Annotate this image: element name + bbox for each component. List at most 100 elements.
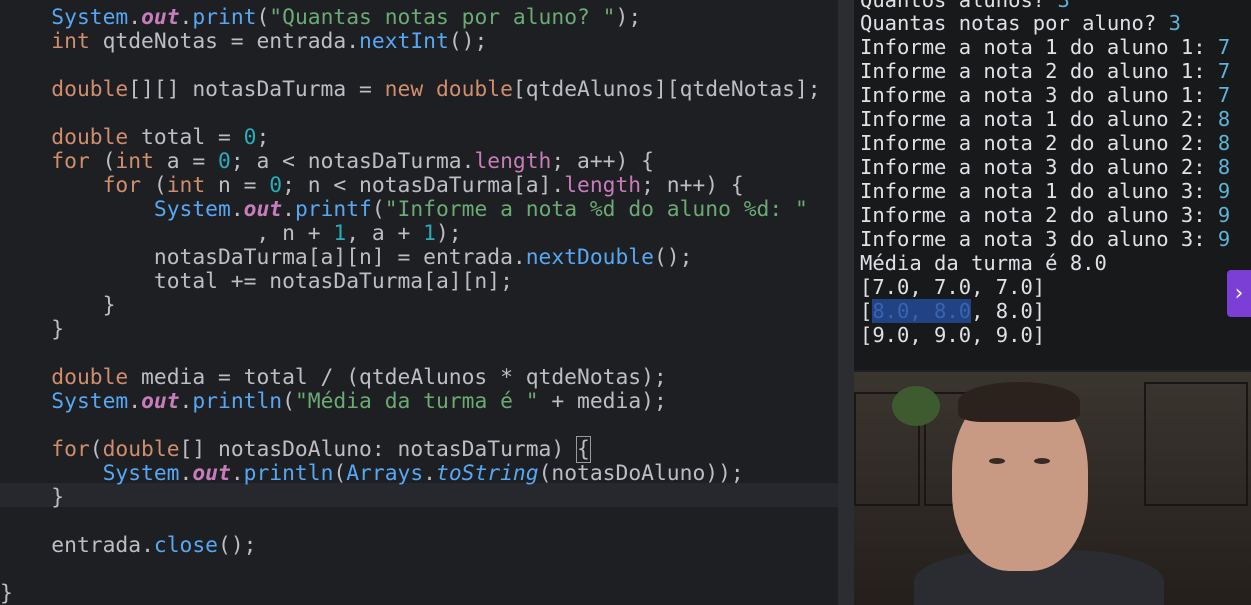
code-line[interactable]: for(double[] notasDoAluno: notasDaTurma)… (0, 436, 591, 463)
code-token: for (102, 173, 142, 198)
code-token: (); (448, 29, 488, 54)
console-input-value: 7 (1217, 83, 1231, 107)
code-token: } (0, 485, 65, 510)
code-token: ; n++) { (641, 173, 744, 198)
panel-divider[interactable] (838, 0, 854, 605)
code-line[interactable]: total += notasDaTurma[a][n]; (0, 270, 513, 294)
console-line: Informe a nota 2 do aluno 1: 7 (860, 59, 1230, 83)
code-token: out (141, 389, 180, 414)
code-line[interactable]: double media = total / (qtdeAlunos * qtd… (0, 365, 667, 390)
console-line: Quantas notas por aluno? 3 (860, 11, 1181, 35)
expand-panel-button[interactable]: › (1227, 270, 1251, 317)
console-line-selected-row: [8.0, 8.0, 8.0] (860, 299, 1046, 323)
person-hair (958, 382, 1080, 422)
code-token: [] notasDoAluno: notasDaTurma) (179, 437, 578, 462)
console-line: Informe a nota 3 do aluno 1: 7 (860, 83, 1230, 107)
code-token: ( (371, 197, 385, 222)
shelf (1144, 382, 1248, 506)
code-token: System (51, 5, 129, 30)
code-token: "Quantas notas por aluno? " (269, 5, 616, 30)
code-token: ); (615, 5, 642, 30)
code-token: ); (435, 221, 462, 246)
code-token: ( (89, 149, 116, 174)
code-line[interactable]: } (0, 486, 64, 510)
code-token: double (51, 365, 129, 390)
code-token: . (282, 197, 295, 222)
console-text: [7.0, 7.0, 7.0] (860, 275, 1046, 299)
code-token: ( (256, 5, 270, 30)
code-line[interactable]: } (0, 293, 116, 318)
code-line[interactable]: System.out.println("Média da turma é " +… (0, 390, 667, 414)
code-line[interactable]: for (int n = 0; n < notasDaTurma[a].leng… (0, 174, 744, 198)
person-eye (1034, 458, 1050, 464)
code-editor[interactable]: System.out.print("Quantas notas por alun… (0, 0, 838, 605)
code-token: . (179, 461, 193, 486)
code-line[interactable]: } (0, 318, 64, 342)
code-token: . (346, 29, 360, 54)
code-token: { (576, 436, 591, 463)
code-token: ; a++) { (551, 149, 654, 174)
console-line: Média da turma é 8.0 (860, 251, 1107, 275)
code-token: } (0, 293, 116, 318)
code-line[interactable]: System.out.print("Quantas notas por alun… (0, 6, 641, 30)
code-token: toString (436, 461, 539, 486)
code-token: System (153, 197, 231, 222)
code-line[interactable]: System.out.printf("Informe a nota %d do … (0, 198, 808, 222)
code-token: 1 (333, 221, 347, 246)
code-token: n = (205, 173, 270, 198)
code-token: double (435, 77, 513, 102)
code-line[interactable]: } (0, 582, 13, 605)
code-line[interactable]: for (int a = 0; a < notasDaTurma.length;… (0, 150, 654, 174)
code-token: } (0, 317, 65, 342)
code-token: ; n < notasDaTurma[a]. (282, 173, 565, 198)
code-token: nextDouble (525, 245, 654, 270)
code-token: , n + (0, 221, 334, 246)
code-line[interactable]: , n + 1, a + 1); (0, 221, 462, 246)
run-console[interactable]: Quantos alunos? 3 Quantas notas por aluno… (854, 0, 1251, 370)
code-token: nextInt (359, 29, 449, 54)
code-token: int (166, 173, 206, 198)
code-token: length (564, 173, 642, 198)
code-line[interactable]: entrada.close(); (0, 534, 256, 558)
console-input-value: 8 (1217, 131, 1231, 155)
code-token: notasDaTurma[a][n] = (153, 245, 424, 270)
code-token: (); (218, 533, 257, 558)
plant (892, 386, 940, 426)
code-token: int (115, 149, 154, 174)
code-token: total += notasDaTurma[a][n]; (153, 269, 513, 294)
code-line[interactable]: notasDaTurma[a][n] = entrada.nextDouble(… (0, 245, 693, 270)
code-token: . (179, 389, 193, 414)
code-token: entrada (256, 29, 347, 54)
code-token: . (128, 5, 142, 30)
code-line[interactable]: int qtdeNotas = entrada.nextInt(); (0, 30, 487, 54)
code-token: (); (653, 245, 693, 270)
console-input-value: 7 (1217, 35, 1231, 59)
code-token: ; (256, 125, 270, 150)
code-token: media = total / (qtdeAlunos * qtdeNotas)… (128, 365, 667, 390)
console-text: Informe a nota 3 do aluno 3: (860, 227, 1218, 251)
code-token: System (102, 461, 180, 486)
code-token: 0 (269, 173, 283, 198)
code-token: . (230, 461, 244, 486)
code-token: [][] notasDaTurma = (128, 77, 385, 102)
code-line[interactable]: double[][] notasDaTurma = new double[qtd… (0, 77, 820, 102)
console-input-value: 8 (1217, 155, 1231, 179)
person-eye (989, 458, 1005, 464)
code-line[interactable]: double total = 0; (0, 126, 269, 150)
console-text: [9.0, 9.0, 9.0] (860, 323, 1046, 347)
console-text: Informe a nota 3 do aluno 2: (860, 155, 1218, 179)
console-input-value: 9 (1217, 203, 1231, 227)
console-line: Informe a nota 3 do aluno 3: 9 (860, 227, 1230, 251)
chevron-right-icon: › (1234, 281, 1244, 306)
code-token: ( (89, 437, 103, 462)
code-token: . (423, 461, 436, 486)
code-token: "Informe a nota %d do aluno %d: " (384, 197, 808, 222)
code-line[interactable]: System.out.println(Arrays.toString(notas… (0, 462, 744, 486)
code-token: a = (153, 149, 218, 174)
